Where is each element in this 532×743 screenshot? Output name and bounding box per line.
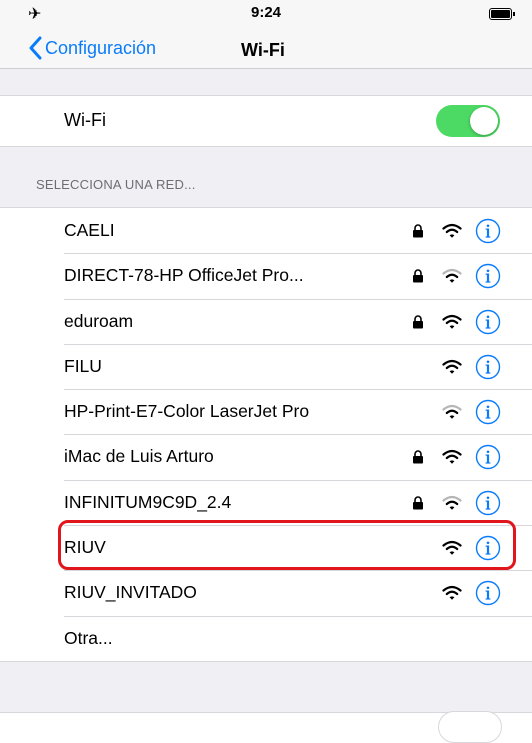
chevron-left-icon bbox=[29, 36, 42, 60]
battery-icon bbox=[489, 8, 515, 20]
network-row[interactable]: INFINITUM9C9D_2.4 bbox=[0, 479, 532, 525]
network-row[interactable]: CAELI bbox=[0, 208, 532, 253]
info-icon[interactable] bbox=[475, 354, 501, 385]
lock-icon bbox=[412, 496, 424, 515]
network-name: iMac de Luis Arturo bbox=[64, 446, 214, 467]
navigation-bar: Configuración Wi-Fi bbox=[0, 28, 532, 69]
info-icon[interactable] bbox=[475, 444, 501, 475]
network-name: FILU bbox=[64, 355, 102, 376]
network-list: CAELI DIRECT-78-HP OfficeJet Pro... eduroa… bbox=[0, 207, 532, 662]
wifi-signal-icon bbox=[442, 223, 462, 244]
wifi-signal-icon bbox=[442, 585, 462, 606]
lock-icon bbox=[412, 224, 424, 243]
info-icon[interactable] bbox=[475, 218, 501, 249]
back-button-label: Configuración bbox=[45, 37, 157, 58]
page-title: Wi-Fi bbox=[241, 40, 285, 60]
wifi-signal-icon bbox=[442, 495, 462, 516]
network-name: INFINITUM9C9D_2.4 bbox=[64, 491, 232, 512]
network-name: DIRECT-78-HP OfficeJet Pro... bbox=[64, 265, 304, 286]
network-row[interactable]: iMac de Luis Arturo bbox=[0, 434, 532, 479]
lock-icon bbox=[412, 450, 424, 469]
wifi-toggle-row: Wi-Fi bbox=[0, 95, 532, 147]
back-button[interactable]: Configuración bbox=[28, 34, 156, 62]
wifi-toggle-label: Wi-Fi bbox=[64, 110, 106, 130]
section-header: SELECCIONA UNA RED... bbox=[36, 177, 196, 192]
toggle-knob bbox=[470, 107, 498, 135]
other-network-row[interactable]: Otra... bbox=[0, 615, 532, 661]
status-time: 9:24 bbox=[250, 4, 282, 21]
network-name: eduroam bbox=[64, 310, 134, 331]
wifi-signal-icon bbox=[442, 314, 462, 335]
network-row[interactable]: RIUV_INVITADO bbox=[0, 570, 532, 615]
wifi-signal-icon bbox=[442, 449, 462, 470]
network-name: Otra... bbox=[64, 627, 113, 648]
info-icon[interactable] bbox=[475, 263, 501, 294]
wifi-signal-icon bbox=[442, 540, 462, 561]
info-icon[interactable] bbox=[475, 309, 501, 340]
bottom-settings-row bbox=[0, 711, 532, 743]
network-row[interactable]: eduroam bbox=[0, 298, 532, 344]
network-name: HP-Print-E7-Color LaserJet Pro bbox=[64, 401, 310, 422]
lock-icon bbox=[412, 269, 424, 288]
info-icon[interactable] bbox=[475, 399, 501, 430]
status-bar: ✈ 9:24 bbox=[0, 0, 532, 28]
network-row[interactable]: HP-Print-E7-Color LaserJet Pro bbox=[0, 389, 532, 434]
toggle-switch-off[interactable] bbox=[438, 711, 502, 743]
network-name: RIUV bbox=[64, 537, 106, 558]
wifi-signal-icon bbox=[442, 404, 462, 425]
wifi-signal-icon bbox=[442, 268, 462, 289]
info-icon[interactable] bbox=[475, 490, 501, 521]
network-name: RIUV_INVITADO bbox=[64, 582, 197, 603]
info-icon[interactable] bbox=[475, 580, 501, 611]
info-icon[interactable] bbox=[475, 535, 501, 566]
network-row[interactable]: RIUV bbox=[0, 525, 532, 570]
network-row[interactable]: DIRECT-78-HP OfficeJet Pro... bbox=[0, 253, 532, 298]
wifi-signal-icon bbox=[442, 359, 462, 380]
lock-icon bbox=[412, 314, 424, 334]
network-name: CAELI bbox=[64, 220, 115, 240]
wifi-toggle-switch[interactable] bbox=[436, 105, 500, 137]
network-row[interactable]: FILU bbox=[0, 343, 532, 389]
